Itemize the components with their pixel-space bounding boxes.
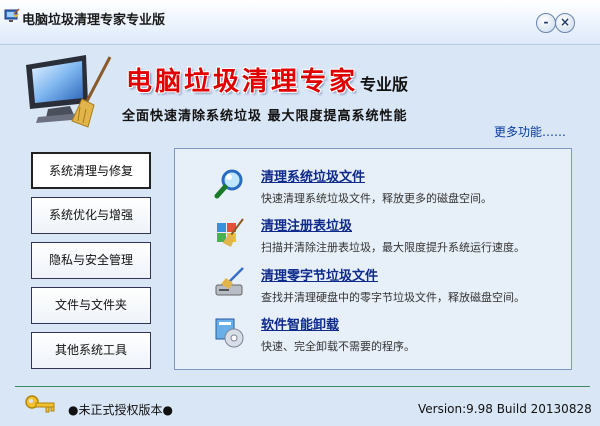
feature-item-uninstall[interactable]: 软件智能卸载 快速、完全卸载不需要的程序。 [175, 314, 571, 360]
feature-title[interactable]: 软件智能卸载 [261, 314, 339, 333]
nav-privacy-security[interactable]: 隐私与安全管理 [31, 242, 151, 279]
feature-title[interactable]: 清理系统垃圾文件 [261, 166, 365, 185]
monitor-broom-logo-icon [26, 55, 112, 128]
key-icon[interactable] [24, 393, 58, 417]
nav-files-folders[interactable]: 文件与文件夹 [31, 287, 151, 324]
minimize-button[interactable]: - [536, 13, 556, 33]
registry-icon [217, 218, 244, 247]
feature-item-clean-zero-byte[interactable]: 清理零字节垃圾文件 查找并清理硬盘中的零字节垃圾文件，释放磁盘空间。 [175, 265, 571, 311]
nav-system-cleanup[interactable]: 系统清理与修复 [31, 152, 151, 189]
feature-description: 快速清理系统垃圾文件，释放更多的磁盘空间。 [261, 192, 492, 205]
feature-title[interactable]: 清理注册表垃圾 [261, 215, 352, 234]
more-features-link[interactable]: 更多功能…… [494, 123, 566, 140]
nav-other-tools[interactable]: 其他系统工具 [31, 332, 151, 369]
magnifier-icon [214, 169, 243, 199]
window-title: 电脑垃圾清理专家专业版 [22, 13, 166, 28]
header-banner: 电脑垃圾清理专家 专业版 全面快速清除系统垃圾 最大限度提高系统性能 [8, 45, 594, 129]
slogan: 全面快速清除系统垃圾 最大限度提高系统性能 [122, 109, 408, 124]
app-icon [4, 8, 20, 22]
brand-title: 电脑垃圾清理专家 [126, 67, 359, 97]
broom-drive-icon [215, 267, 244, 296]
feature-description: 快速、完全卸载不需要的程序。 [261, 340, 415, 353]
uninstall-icon [215, 318, 244, 348]
feature-item-clean-junk[interactable]: 清理系统垃圾文件 快速清理系统垃圾文件，释放更多的磁盘空间。 [175, 166, 571, 212]
footer-divider [15, 386, 590, 387]
version-label: Version:9.98 Build 20130828 [418, 402, 592, 416]
feature-item-clean-registry[interactable]: 清理注册表垃圾 扫描并清除注册表垃圾，最大限度提升系统运行速度。 [175, 215, 571, 261]
nav-system-optimize[interactable]: 系统优化与增强 [31, 197, 151, 234]
edition-label: 专业版 [360, 75, 409, 94]
feature-title[interactable]: 清理零字节垃圾文件 [261, 265, 378, 284]
close-button[interactable]: × [555, 13, 575, 33]
feature-description: 查找并清理硬盘中的零字节垃圾文件，释放磁盘空间。 [261, 291, 525, 304]
feature-description: 扫描并清除注册表垃圾，最大限度提升系统运行速度。 [261, 241, 525, 254]
title-bar: 电脑垃圾清理专家专业版 - × [0, 0, 600, 45]
feature-panel: 清理系统垃圾文件 快速清理系统垃圾文件，释放更多的磁盘空间。 清理注册表垃圾 扫… [174, 148, 572, 370]
license-status: ●未正式授权版本● [68, 403, 173, 417]
